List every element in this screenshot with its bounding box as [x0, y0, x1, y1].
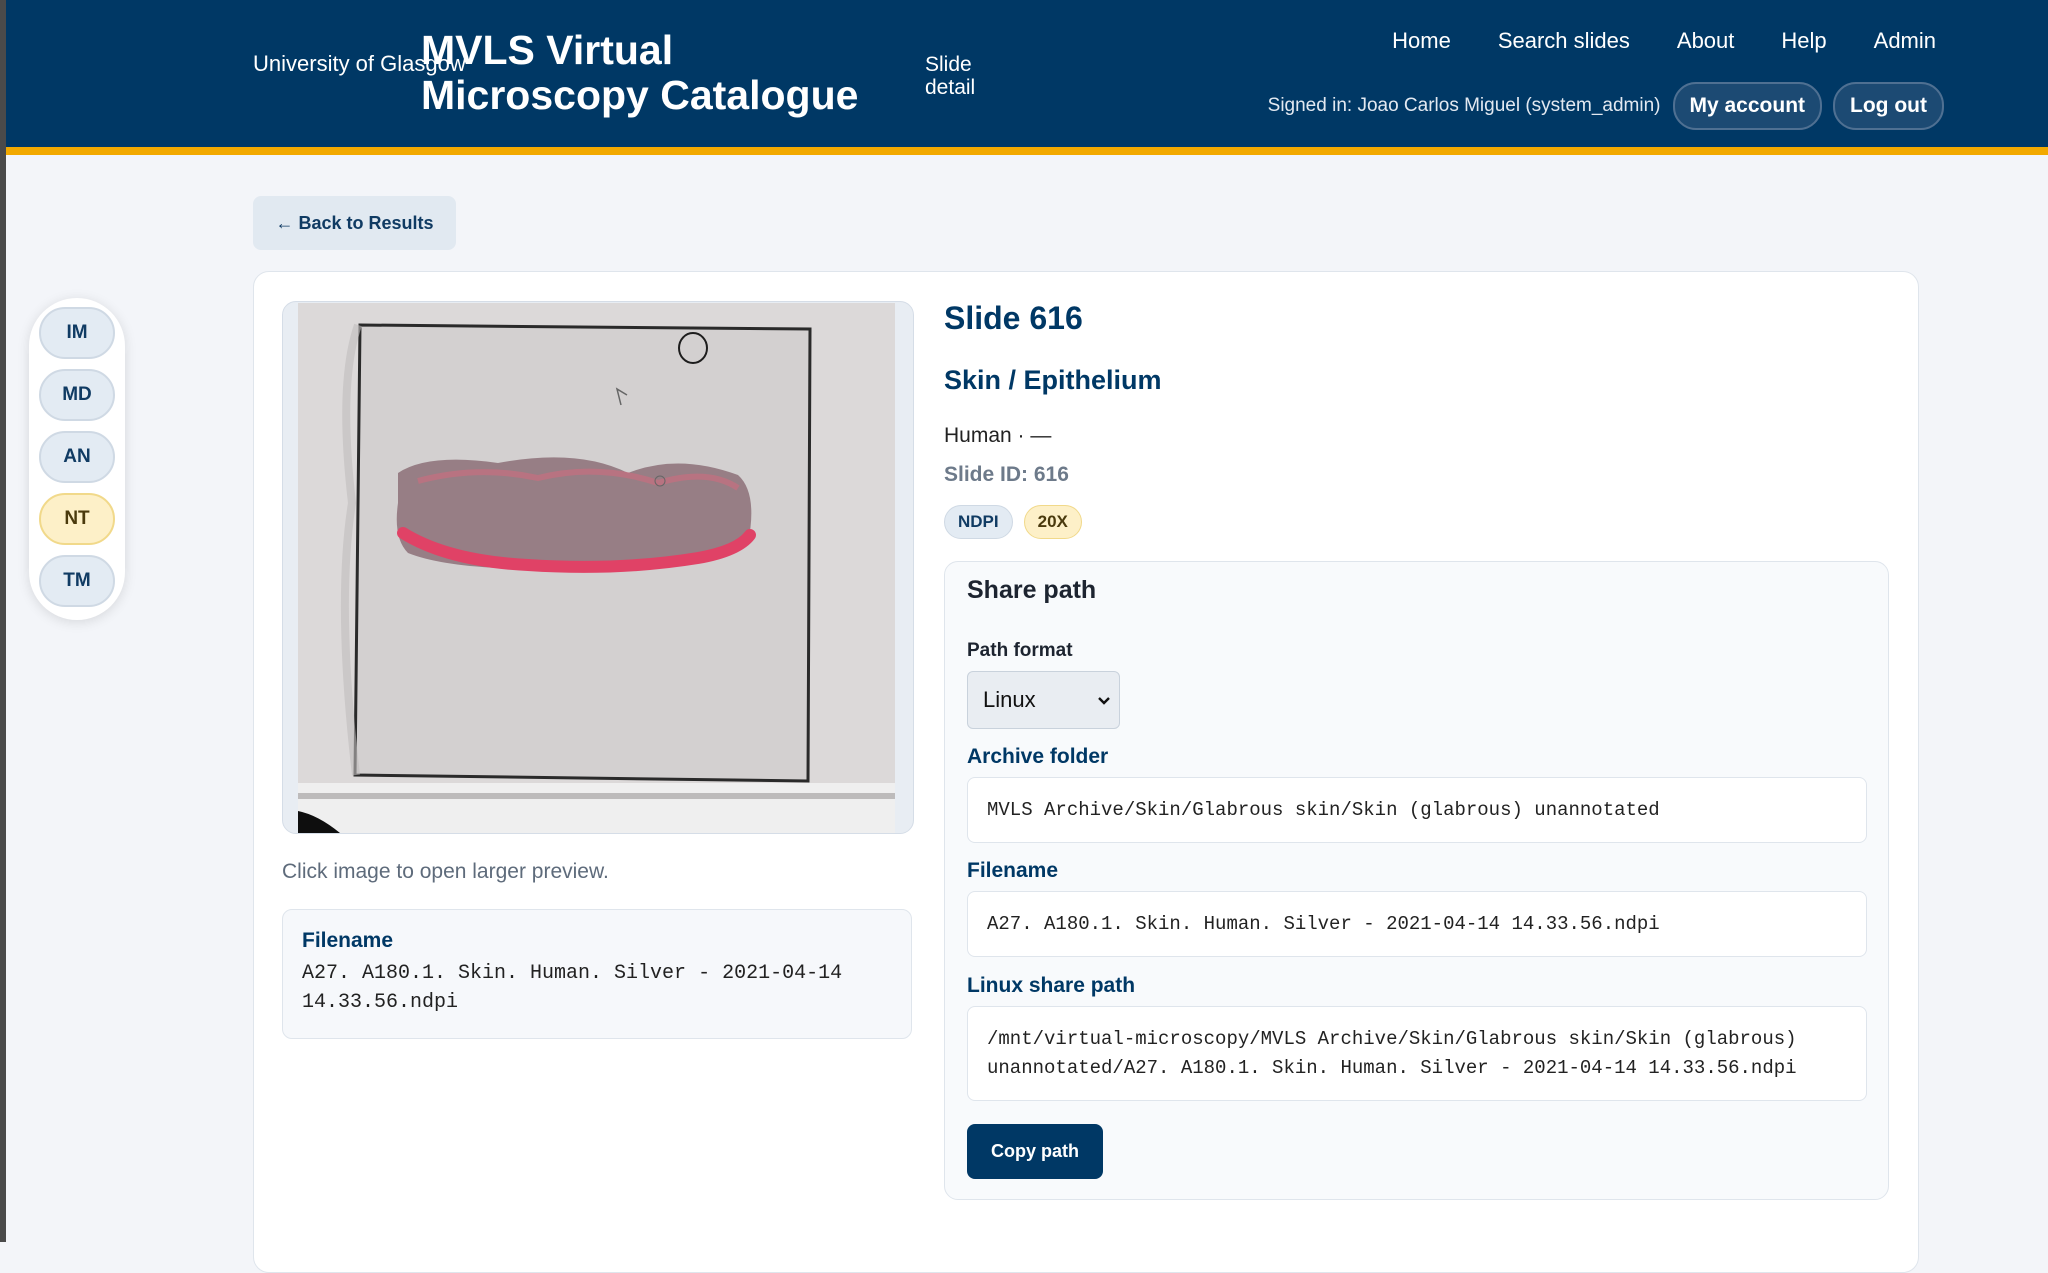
breadcrumb-line2: detail: [925, 76, 976, 99]
signed-in-text: Signed in: Joao Carlos Miguel (system_ad…: [1267, 95, 1661, 116]
share-path-panel: Share path Path format Linux Archive fol…: [944, 561, 1889, 1200]
slide-detail-card: Click image to open larger preview. File…: [253, 271, 1919, 1273]
species-text: Human · —: [944, 424, 1052, 447]
slide-thumbnail[interactable]: [282, 301, 914, 834]
rail-item-md[interactable]: MD: [39, 369, 115, 421]
nav-help[interactable]: Help: [1781, 28, 1826, 54]
copy-path-button[interactable]: Copy path: [967, 1124, 1103, 1179]
rail-item-tm[interactable]: TM: [39, 555, 115, 607]
preview-hint: Click image to open larger preview.: [282, 860, 609, 883]
window-edge: [0, 0, 6, 1242]
linux-share-path-label: Linux share path: [967, 974, 1136, 997]
path-format-select[interactable]: Linux: [967, 671, 1120, 729]
share-path-heading: Share path: [967, 576, 1097, 604]
app-title-line1: MVLS Virtual: [421, 27, 674, 73]
account-bar: Signed in: Joao Carlos Miguel (system_ad…: [1268, 82, 1944, 130]
my-account-button[interactable]: My account: [1672, 82, 1823, 130]
rail-item-im[interactable]: IM: [39, 307, 115, 359]
preview-filename-label: Filename: [302, 929, 394, 952]
badge-row: NDPI 20X: [944, 505, 1082, 539]
slide-thumbnail-image: [298, 303, 895, 833]
linux-path-line1: /mnt/virtual-microscopy/MVLS Archive/Ski…: [987, 1027, 1797, 1050]
app-title-line2: Microscopy Catalogue: [421, 72, 859, 118]
archive-folder-field[interactable]: MVLS Archive/Skin/Glabrous skin/Skin (gl…: [967, 777, 1867, 843]
preview-filename-line2: 14.33.56.ndpi: [302, 991, 459, 1014]
rail-item-an[interactable]: AN: [39, 431, 115, 483]
archive-folder-label: Archive folder: [967, 745, 1109, 768]
main-nav: Home Search slides About Help Admin: [1392, 28, 1936, 54]
breadcrumb-line1: Slide: [925, 53, 972, 76]
path-format-label: Path format: [967, 640, 1073, 661]
linux-share-path-field[interactable]: /mnt/virtual-microscopy/MVLS Archive/Ski…: [967, 1006, 1867, 1101]
archive-folder-value: MVLS Archive/Skin/Glabrous skin/Skin (gl…: [987, 798, 1660, 821]
nav-search-slides[interactable]: Search slides: [1498, 28, 1630, 54]
quick-nav-rail: IM MD AN NT TM: [29, 298, 125, 620]
rail-item-nt[interactable]: NT: [39, 493, 115, 545]
log-out-button[interactable]: Log out: [1833, 82, 1944, 130]
filename-label: Filename: [967, 859, 1059, 882]
preview-filename-line1: A27. A180.1. Skin. Human. Silver - 2021-…: [302, 962, 843, 985]
nav-admin[interactable]: Admin: [1874, 28, 1936, 54]
linux-path-line2: unannotated/A27. A180.1. Skin. Human. Si…: [987, 1056, 1797, 1079]
nav-about[interactable]: About: [1677, 28, 1735, 54]
site-header: University of Glasgow MVLS Virtual Micro…: [6, 0, 2048, 155]
magnification-badge: 20X: [1023, 505, 1082, 539]
nav-home[interactable]: Home: [1392, 28, 1451, 54]
breadcrumb: Slide detail: [925, 53, 975, 99]
format-badge: NDPI: [944, 505, 1013, 539]
slide-id-text: Slide ID: 616: [944, 463, 1069, 486]
slide-subtitle: Skin / Epithelium: [944, 365, 1162, 395]
filename-field[interactable]: A27. A180.1. Skin. Human. Silver - 2021-…: [967, 891, 1867, 957]
back-to-results-button[interactable]: ← Back to Results: [253, 196, 456, 250]
path-format-value: Linux: [983, 687, 1036, 712]
preview-filename-box: Filename A27. A180.1. Skin. Human. Silve…: [282, 909, 912, 1039]
app-title[interactable]: MVLS Virtual Microscopy Catalogue: [421, 28, 858, 118]
chevron-down-icon: [1098, 697, 1110, 705]
filename-value: A27. A180.1. Skin. Human. Silver - 2021-…: [987, 912, 1660, 935]
slide-title: Slide 616: [944, 300, 1083, 336]
